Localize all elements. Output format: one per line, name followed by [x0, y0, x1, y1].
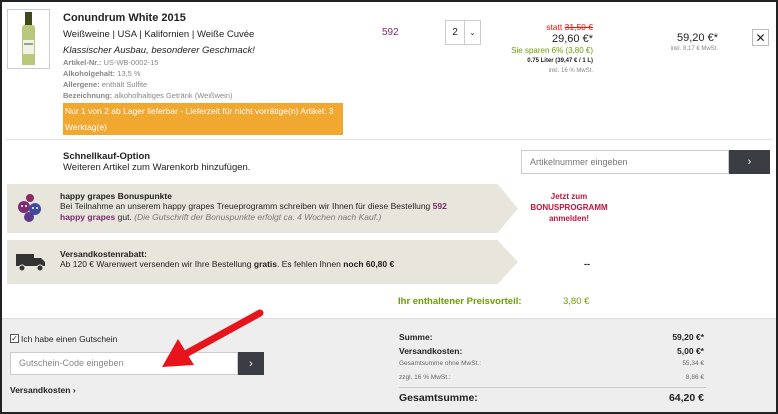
voucher-checkbox-label[interactable]: Ich habe einen Gutschein [21, 334, 117, 344]
shipping-text: Ab 120 € Warenwert versenden wir Ihre Be… [60, 259, 395, 269]
shipping-value: 5,00 €* [677, 346, 704, 356]
shipping-content: Versandkostenrabatt: Ab 120 € Warenwert … [60, 249, 460, 270]
grapes-icon [15, 193, 45, 225]
sum-label: Summe: [399, 332, 433, 342]
voucher-checkbox[interactable]: ✓ [10, 334, 19, 343]
chevron-down-icon[interactable]: ⌄ [464, 21, 480, 44]
advantage-label: Ihr enthaltener Preisvorteil: [398, 296, 522, 307]
old-price: statt 31,50 € [546, 22, 593, 32]
net-label: Gesamtsumme ohne MwSt.: [399, 360, 481, 367]
bonus-points-count: 592 [382, 27, 399, 38]
stock-notice: Nur 1 von 2 ab Lager lieferbar - Lieferz… [63, 103, 343, 135]
vat-label: zzgl. 16 % MwSt.: [399, 374, 451, 381]
quantity-select[interactable]: 2 ⌄ [445, 20, 481, 45]
line-total: 59,20 €* [677, 32, 718, 44]
bonus-text: Bei Teilnahme an unserem happy grapes Tr… [60, 201, 447, 222]
product-image[interactable] [7, 9, 50, 69]
vat-value: 8,86 € [685, 374, 704, 381]
line-total-tax: inkl. 8,17 € MwSt. [670, 46, 718, 52]
product-description: Klassischer Ausbau, besonderer Geschmack… [63, 45, 255, 56]
article-number-input[interactable]: Artikelnummer eingeben [521, 150, 729, 174]
shipping-title: Versandkostenrabatt: [60, 249, 147, 259]
truck-icon [16, 252, 46, 274]
quick-buy-subtitle: Weiteren Artikel zum Warenkorb hinzufüge… [63, 162, 251, 173]
product-categories: Weißweine | USA | Kalifornien | Weiße Cu… [63, 29, 255, 40]
grand-total-value: 64,20 € [668, 392, 704, 404]
quick-buy-title: Schnellkauf-Option [63, 151, 151, 162]
bonus-content: happy grapes Bonuspunkte Bei Teilnahme a… [60, 191, 450, 223]
meta-allergens: Allergene: enthält Sulfite [63, 80, 148, 89]
summary-divider [399, 387, 706, 388]
unit-price: 29,60 €* [552, 33, 593, 45]
savings-text: Sie sparen 6% (3,80 €) [511, 46, 593, 55]
divider [6, 139, 772, 140]
product-title[interactable]: Conundrum White 2015 [63, 12, 186, 24]
shipping-label: Versandkosten: [399, 346, 463, 356]
quick-buy-submit-button[interactable]: › [729, 150, 770, 174]
meta-alcohol: Alkoholgehalt: 13,5 % [63, 69, 141, 78]
net-value: 55,34 € [682, 360, 704, 367]
advantage-value: 3,80 € [563, 296, 590, 307]
liter-price: 0.75 Liter (39,47 € / 1 L) [527, 58, 593, 64]
shipping-dash: -- [584, 259, 590, 269]
bonus-join-link[interactable]: Jetzt zum BONUSPROGRAMM anmelden! [524, 191, 614, 224]
grand-total-label: Gesamtsumme: [399, 392, 478, 404]
tax-note: inkl. 16 % MwSt. [548, 68, 593, 74]
close-icon[interactable]: ✕ [752, 29, 769, 46]
meta-article-number: Artikel-Nr.: US-WB-0002-15 [63, 58, 159, 67]
shipping-costs-link[interactable]: Versandkosten › [10, 385, 76, 395]
sum-value: 59,20 €* [672, 332, 704, 342]
quantity-value: 2 [452, 27, 458, 38]
arrow-annotation-icon [162, 309, 264, 367]
meta-designation: Bezeichnung: alkoholhaltiges Getränk (We… [63, 91, 233, 100]
bonus-title: happy grapes Bonuspunkte [60, 191, 172, 201]
